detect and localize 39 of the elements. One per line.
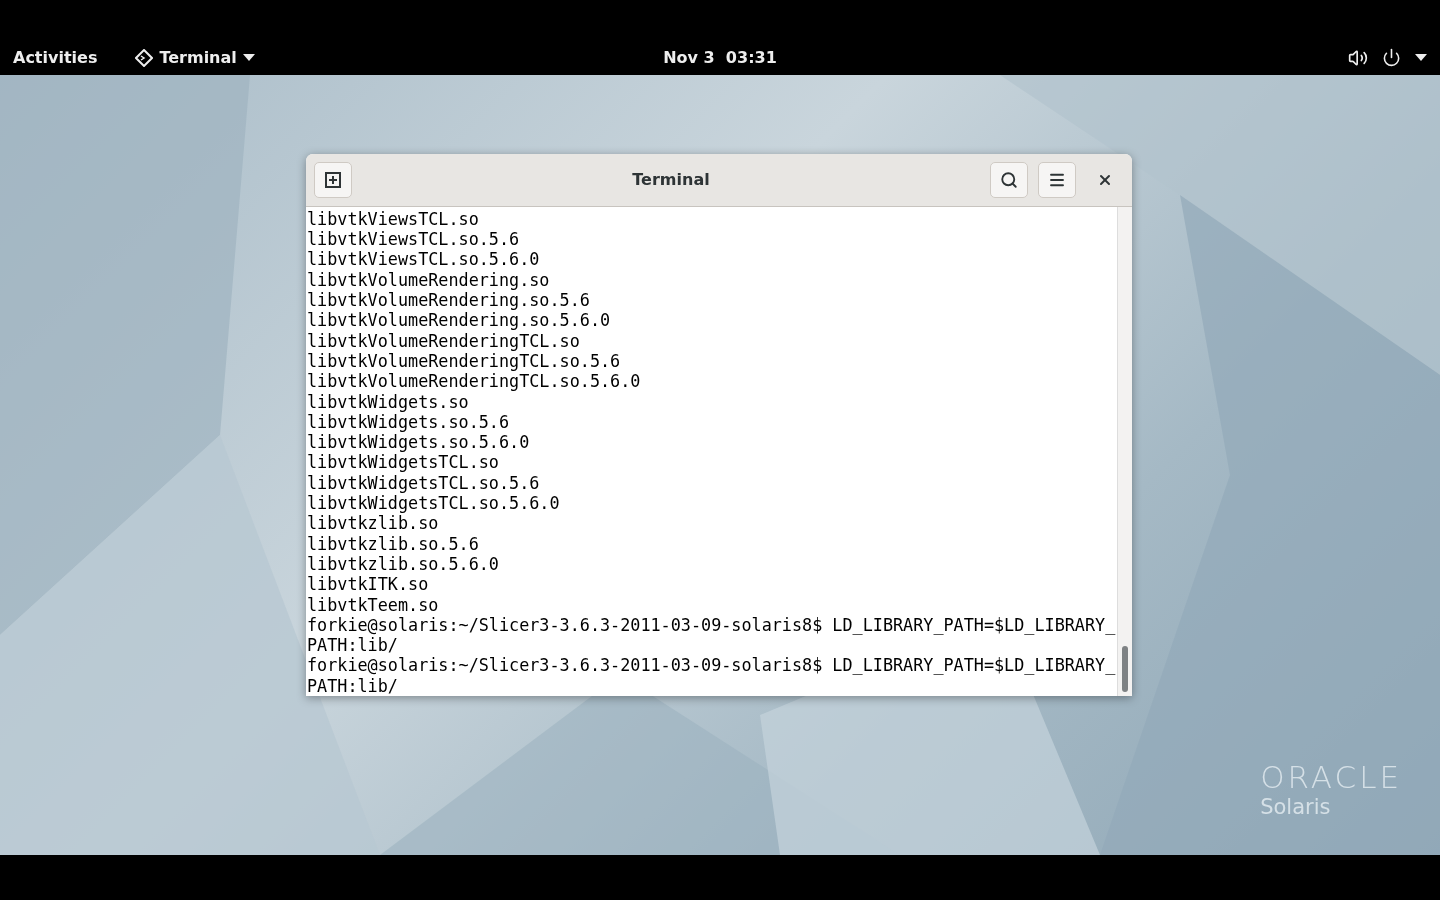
window-title: Terminal <box>631 170 711 190</box>
new-tab-button[interactable] <box>314 161 352 198</box>
terminal-line: libvtkzlib.so.5.6 <box>307 533 480 554</box>
terminal-line: libvtkViewsTCL.so.5.6 <box>307 229 521 250</box>
terminal-line: libvtkITK.so <box>307 574 430 595</box>
volume-icon[interactable] <box>1348 47 1368 68</box>
terminal-line: libvtkTeem.so <box>307 594 440 615</box>
terminal-line: libvtkViewsTCL.so.5.6.0 <box>307 249 541 270</box>
logo-product: Solaris <box>1260 795 1332 819</box>
terminal-line: libvtkVolumeRenderingTCL.so.5.6 <box>307 350 622 372</box>
terminal-app-icon <box>135 48 154 67</box>
logo-brand: ORACLE <box>1260 759 1402 795</box>
plus-square-icon <box>324 170 342 189</box>
dropdown-caret-icon <box>242 54 255 61</box>
terminal-line: libvtkVolumeRendering.so.5.6 <box>307 290 591 311</box>
terminal-line: libvtkzlib.so.5.6.0 <box>307 553 500 575</box>
power-icon[interactable] <box>1382 48 1401 67</box>
terminal-line: libvtkWidgets.so.5.6 <box>307 411 511 433</box>
terminal-line: libvtkWidgetsTCL.so.5.6.0 <box>307 493 561 514</box>
terminal-line: libvtkWidgetsTCL.so.5.6 <box>307 472 541 494</box>
clock[interactable]: Nov 3 03:31 <box>663 48 777 67</box>
app-menu[interactable]: Terminal <box>135 48 255 67</box>
scrollbar[interactable] <box>1117 206 1132 696</box>
search-button[interactable] <box>990 161 1028 198</box>
activities-button[interactable]: Activities <box>13 48 98 67</box>
menu-button[interactable] <box>1038 161 1076 198</box>
terminal-line: libvtkVolumeRenderingTCL.so.5.6.0 <box>307 371 642 392</box>
terminal-line: libvtkVolumeRendering.so.5.6.0 <box>307 310 612 331</box>
scrollbar-thumb[interactable] <box>1122 646 1128 692</box>
terminal-line: libvtkVolumeRenderingTCL.so <box>307 330 581 351</box>
terminal-line: libvtkWidgets.so <box>307 391 470 412</box>
search-icon <box>1000 170 1018 189</box>
terminal-line: libvtkzlib.so <box>307 513 440 534</box>
terminal-line: libvtkWidgetsTCL.so <box>307 452 500 473</box>
terminal-line: libvtkWidgets.so.5.6.0 <box>307 432 531 453</box>
terminal-line: libvtkViewsTCL.so <box>307 208 480 230</box>
terminal-line: libvtkVolumeRendering.so <box>307 269 551 291</box>
dropdown-caret-icon[interactable] <box>1415 54 1427 61</box>
terminal-line: forkie@solaris:~/Slicer3-3.6.3-2011-03-09-solaris8$ LD_LIBRARY_PATH=$LD_LIBRARY_PATH:lib/ <box>307 655 1116 696</box>
